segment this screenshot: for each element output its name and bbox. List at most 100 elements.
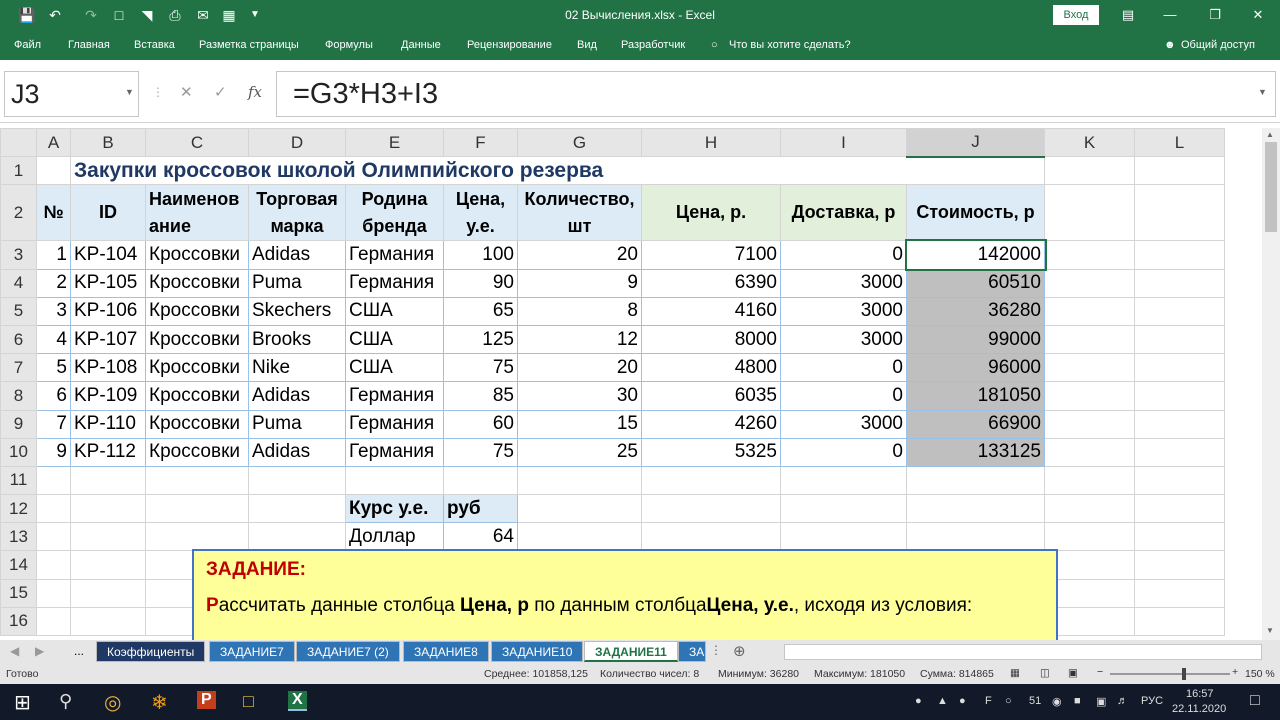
col-header[interactable]: L bbox=[1134, 128, 1225, 158]
row-header[interactable]: 2 bbox=[0, 184, 37, 242]
header-cell[interactable]: ID bbox=[70, 184, 146, 242]
data-cell[interactable]: 3000 bbox=[780, 324, 907, 355]
col-header[interactable]: H bbox=[641, 128, 781, 158]
row-header[interactable]: 3 bbox=[0, 240, 37, 270]
data-cell[interactable]: 20 bbox=[517, 240, 642, 270]
data-cell[interactable]: 65 bbox=[443, 296, 518, 326]
data-cell[interactable]: 5325 bbox=[641, 437, 781, 467]
data-cell[interactable]: 9 bbox=[36, 437, 71, 467]
data-cell[interactable]: 4160 bbox=[641, 296, 781, 326]
next-sheet-icon[interactable]: ▶ bbox=[35, 644, 44, 658]
row-header[interactable]: 12 bbox=[0, 494, 37, 524]
row-header[interactable]: 8 bbox=[0, 381, 37, 411]
cost-cell[interactable]: 96000 bbox=[906, 353, 1045, 383]
header-cell[interactable]: № bbox=[36, 184, 71, 242]
col-header[interactable]: C bbox=[145, 128, 249, 158]
tab-sheet[interactable]: Коэффициенты bbox=[96, 641, 206, 662]
tray-icon[interactable]: ● bbox=[915, 695, 922, 707]
data-cell[interactable]: 12 bbox=[517, 324, 642, 355]
volume-icon[interactable]: ♬ bbox=[1117, 695, 1128, 707]
tab-sheet[interactable]: ЗАДАНИЕ8 bbox=[403, 641, 489, 662]
header-cell[interactable]: Родина бренда bbox=[345, 184, 444, 242]
data-cell[interactable]: 3 bbox=[36, 296, 71, 326]
data-cell[interactable]: Кроссовки bbox=[145, 353, 249, 383]
data-cell[interactable]: 8000 bbox=[641, 324, 781, 355]
tab-view[interactable]: Вид bbox=[577, 39, 597, 51]
row-header[interactable]: 6 bbox=[0, 324, 37, 355]
data-cell[interactable]: 4 bbox=[36, 324, 71, 355]
data-cell[interactable]: 3000 bbox=[780, 409, 907, 439]
close-button[interactable]: ✕ bbox=[1248, 5, 1268, 25]
header-cell[interactable]: Наименов ание bbox=[145, 184, 249, 242]
tab-home[interactable]: Главная bbox=[68, 39, 110, 51]
data-cell[interactable]: 15 bbox=[517, 409, 642, 439]
zoom-out-icon[interactable]: − bbox=[1097, 666, 1103, 678]
row-header[interactable]: 15 bbox=[0, 578, 37, 608]
more-sheets[interactable]: ... bbox=[74, 644, 84, 658]
vertical-scrollbar[interactable]: ▲ ▼ bbox=[1262, 128, 1280, 640]
data-cell[interactable]: 90 bbox=[443, 268, 518, 298]
data-cell[interactable]: 25 bbox=[517, 437, 642, 467]
data-cell[interactable]: США bbox=[345, 296, 444, 326]
data-cell[interactable]: 60 bbox=[443, 409, 518, 439]
row-header[interactable]: 5 bbox=[0, 296, 37, 326]
cost-cell[interactable]: 36280 bbox=[906, 296, 1045, 326]
scroll-up-icon[interactable]: ▲ bbox=[1266, 130, 1274, 139]
col-header[interactable]: I bbox=[780, 128, 907, 158]
data-cell[interactable]: США bbox=[345, 324, 444, 355]
col-header[interactable]: F bbox=[443, 128, 518, 158]
share-button[interactable]: Общий доступ bbox=[1181, 39, 1255, 51]
zoom-slider[interactable] bbox=[1110, 673, 1230, 675]
data-cell[interactable]: Германия bbox=[345, 240, 444, 270]
data-cell[interactable]: KP-104 bbox=[70, 240, 146, 270]
enter-icon[interactable]: ✓ bbox=[214, 83, 227, 101]
row-header[interactable]: 16 bbox=[0, 606, 37, 637]
col-header[interactable]: B bbox=[70, 128, 146, 158]
data-cell[interactable]: Adidas bbox=[248, 437, 346, 467]
data-cell[interactable]: 75 bbox=[443, 437, 518, 467]
chrome-icon[interactable]: ◎ bbox=[104, 690, 121, 715]
folder-icon[interactable]: □ bbox=[243, 691, 254, 712]
data-cell[interactable]: 30 bbox=[517, 381, 642, 411]
col-header[interactable]: G bbox=[517, 128, 642, 158]
tray-icon[interactable]: F bbox=[985, 695, 992, 707]
data-cell[interactable]: США bbox=[345, 353, 444, 383]
scroll-down-icon[interactable]: ▼ bbox=[1266, 626, 1274, 635]
tray-icon[interactable]: ○ bbox=[1005, 695, 1012, 707]
data-cell[interactable]: 1 bbox=[36, 240, 71, 270]
normal-view-icon[interactable]: ▦ bbox=[1010, 667, 1020, 679]
excel-icon[interactable]: X bbox=[288, 691, 307, 711]
tab-review[interactable]: Рецензирование bbox=[467, 39, 552, 51]
tray-icon[interactable]: ◉ bbox=[1052, 695, 1062, 708]
col-header[interactable]: J bbox=[906, 128, 1045, 158]
maximize-button[interactable]: ❐ bbox=[1205, 5, 1225, 25]
col-header[interactable]: D bbox=[248, 128, 346, 158]
data-cell[interactable]: 20 bbox=[517, 353, 642, 383]
data-cell[interactable]: 0 bbox=[780, 437, 907, 467]
data-cell[interactable]: KP-108 bbox=[70, 353, 146, 383]
insert-function-icon[interactable]: fx bbox=[248, 83, 262, 101]
cost-cell[interactable]: 133125 bbox=[906, 437, 1045, 467]
data-cell[interactable]: 3000 bbox=[780, 296, 907, 326]
data-cell[interactable]: 6390 bbox=[641, 268, 781, 298]
page-break-icon[interactable]: ▣ bbox=[1068, 667, 1078, 679]
row-header[interactable]: 13 bbox=[0, 522, 37, 552]
data-cell[interactable]: Кроссовки bbox=[145, 324, 249, 355]
cost-cell[interactable]: 181050 bbox=[906, 381, 1045, 411]
data-cell[interactable]: Кроссовки bbox=[145, 296, 249, 326]
data-cell[interactable]: Германия bbox=[345, 409, 444, 439]
data-cell[interactable]: 8 bbox=[517, 296, 642, 326]
data-cell[interactable]: KP-109 bbox=[70, 381, 146, 411]
data-cell[interactable]: Кроссовки bbox=[145, 437, 249, 467]
col-header[interactable]: A bbox=[36, 128, 71, 158]
data-cell[interactable]: Skechers bbox=[248, 296, 346, 326]
horizontal-scrollbar[interactable] bbox=[784, 644, 1262, 660]
zoom-slider-thumb[interactable] bbox=[1182, 668, 1186, 680]
row-header[interactable]: 4 bbox=[0, 268, 37, 298]
data-cell[interactable]: Puma bbox=[248, 268, 346, 298]
col-header[interactable]: E bbox=[345, 128, 444, 158]
add-sheet-icon[interactable]: ⊕ bbox=[733, 642, 746, 660]
powerpoint-icon[interactable]: P bbox=[197, 691, 216, 709]
tab-sheet-active[interactable]: ЗАДАНИЕ11 bbox=[584, 641, 678, 662]
tab-data[interactable]: Данные bbox=[401, 39, 441, 51]
